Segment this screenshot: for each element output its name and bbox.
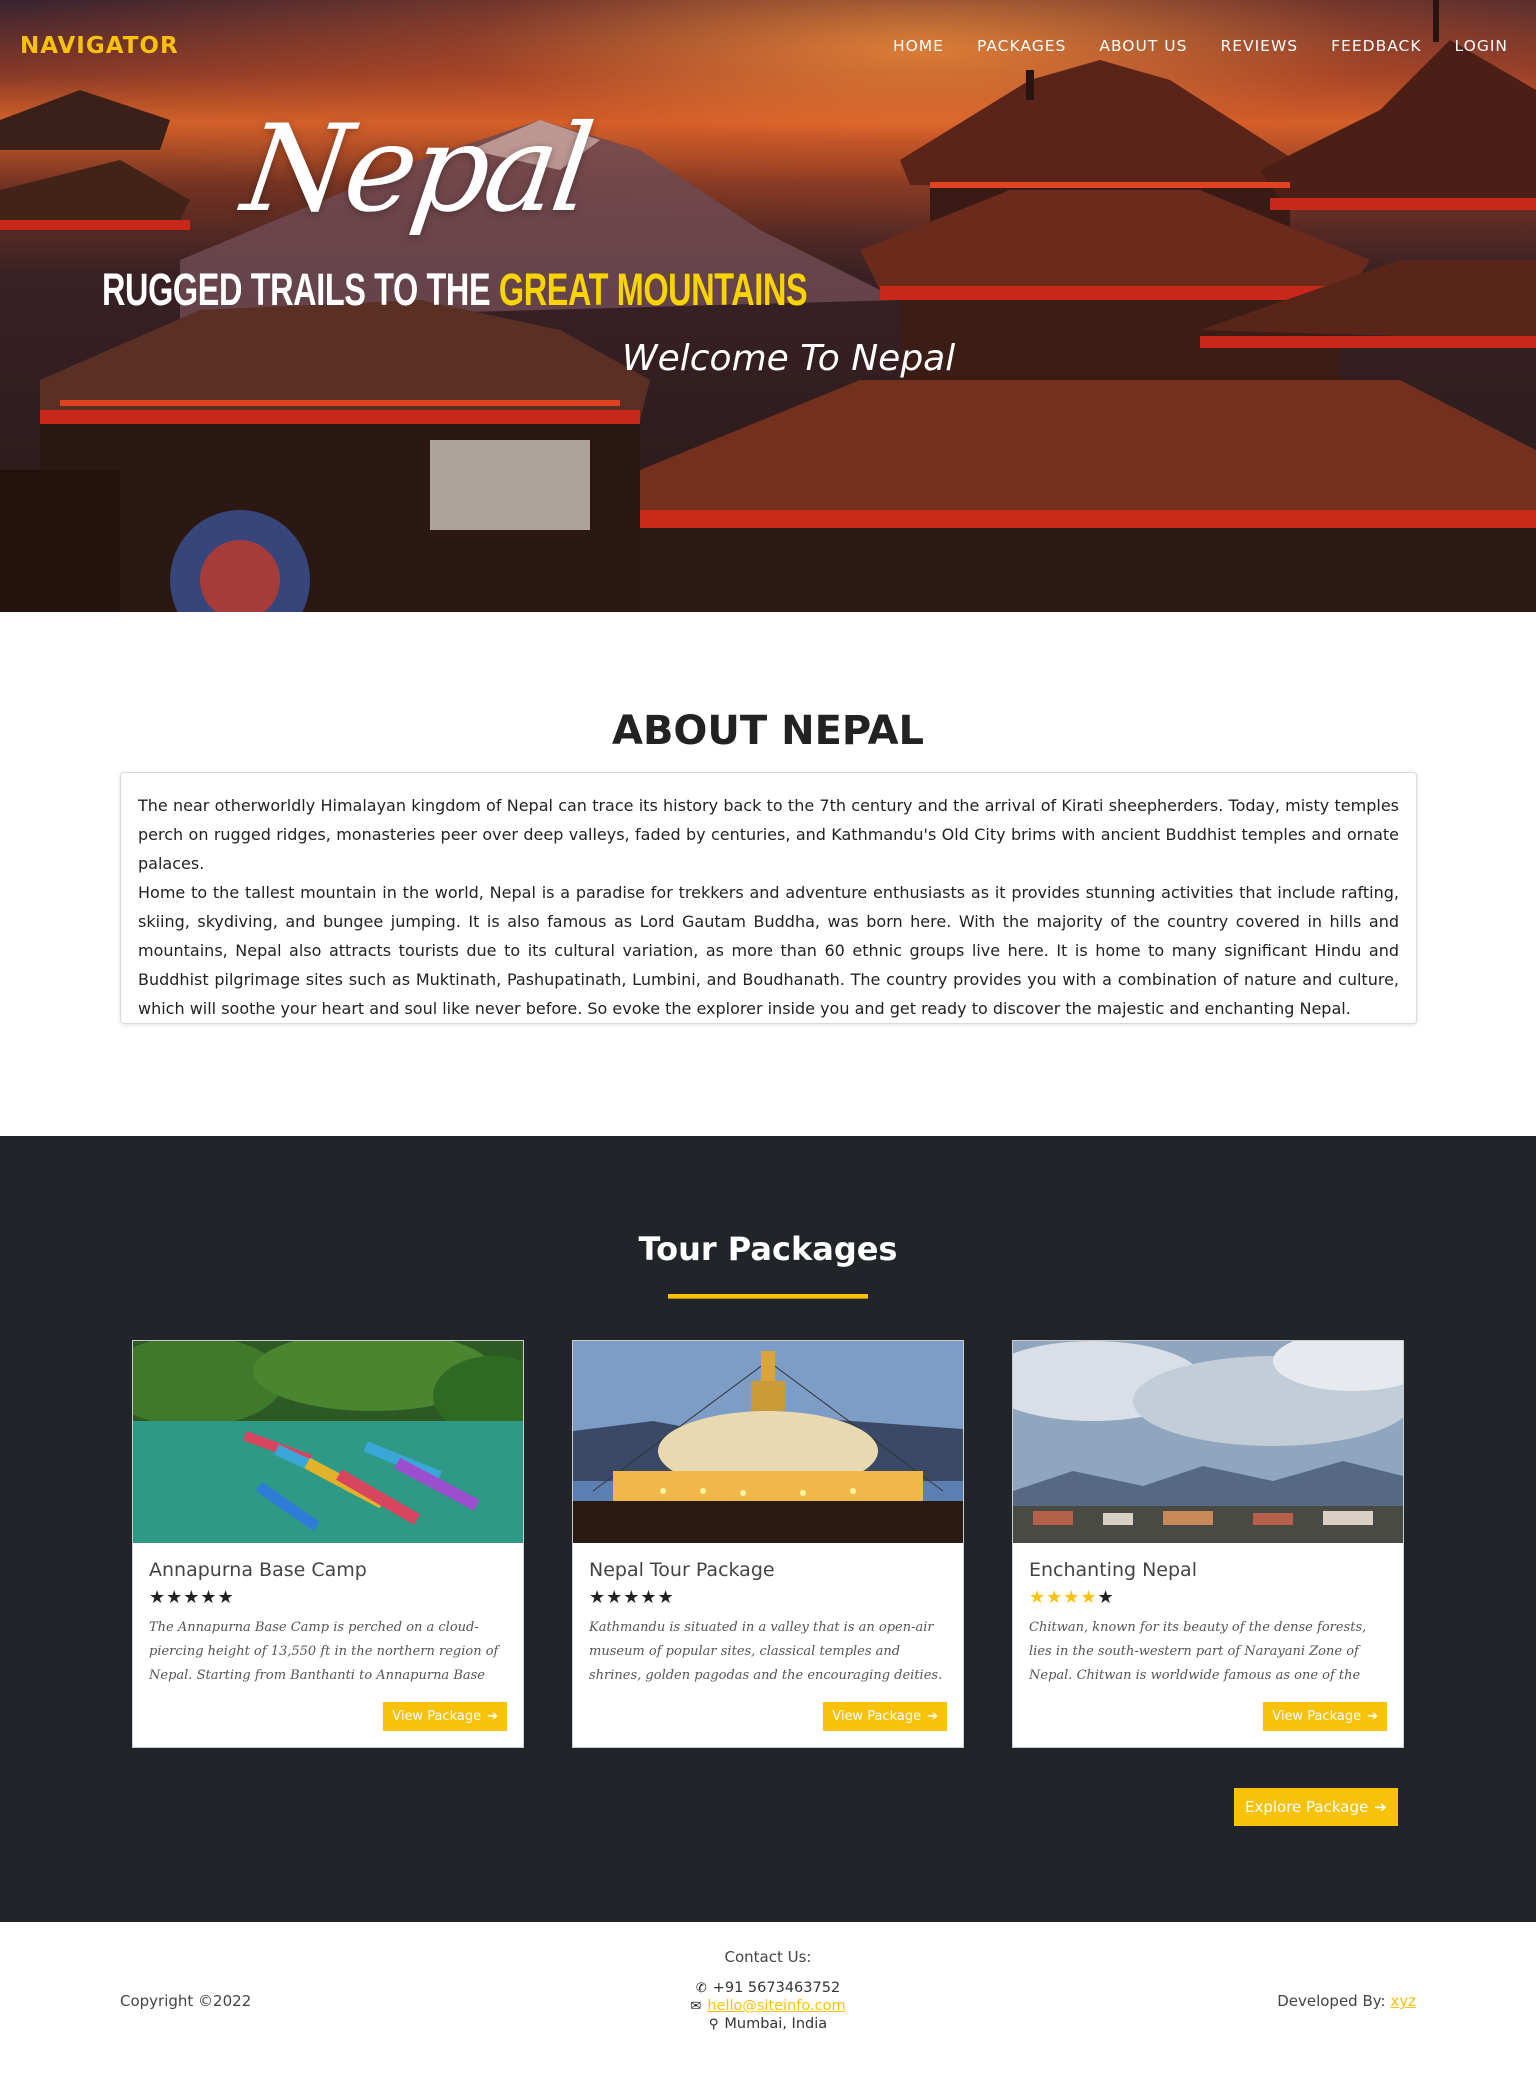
tour-packages-section: Tour Packages Annapurna Base Camp ★★★★★ … bbox=[0, 1136, 1536, 1922]
view-package-label: View Package bbox=[832, 1709, 922, 1724]
package-card-body: Enchanting Nepal ★★★★★ Chitwan, known fo… bbox=[1013, 1543, 1403, 1702]
package-card-nepal-tour[interactable]: Nepal Tour Package ★★★★★ Kathmandu is si… bbox=[572, 1340, 964, 1748]
package-name: Enchanting Nepal bbox=[1029, 1559, 1197, 1581]
hero-script-title: Nepal bbox=[235, 100, 598, 239]
top-navbar: NAVIGATOR HOME PACKAGES ABOUT US REVIEWS… bbox=[0, 0, 1536, 92]
hero-headline-white: RUGGED TRAILS TO THE bbox=[102, 264, 499, 315]
package-description: Chitwan, known for its beauty of the den… bbox=[1029, 1620, 1367, 1683]
contact-location-row: ⚲ Mumbai, India bbox=[0, 2016, 1536, 2032]
phone-icon: ✆ bbox=[695, 1981, 707, 1996]
rating-stars: ★★★★★ bbox=[589, 1587, 675, 1608]
contact-email-link[interactable]: hello@siteinfo.com bbox=[707, 1998, 845, 2014]
rating-stars-filled: ★★★★ bbox=[1029, 1587, 1098, 1608]
explore-package-button[interactable]: Explore Package ➔ bbox=[1234, 1788, 1398, 1826]
hero-welcome-text: Welcome To Nepal bbox=[622, 338, 956, 379]
rating-stars-empty: ★ bbox=[1097, 1587, 1115, 1608]
package-card-enchanting-nepal[interactable]: Enchanting Nepal ★★★★★ Chitwan, known fo… bbox=[1012, 1340, 1404, 1748]
about-title: ABOUT NEPAL bbox=[611, 708, 925, 754]
packages-title-underline bbox=[668, 1294, 868, 1299]
about-card: The near otherworldly Himalayan kingdom … bbox=[120, 772, 1417, 1024]
view-package-button[interactable]: View Package ➔ bbox=[823, 1702, 947, 1731]
package-card-body: Annapurna Base Camp ★★★★★ The Annapurna … bbox=[133, 1543, 523, 1702]
about-paragraph-2: Home to the tallest mountain in the worl… bbox=[138, 883, 1399, 1018]
map-marker-icon: ⚲ bbox=[708, 2017, 719, 2032]
contact-block: Contact Us: ✆ +91 5673463752 ✉ hello@sitei… bbox=[0, 1948, 1536, 2032]
arrow-right-icon: ➔ bbox=[927, 1709, 938, 1724]
nav-link-feedback[interactable]: FEEDBACK bbox=[1331, 37, 1421, 55]
explore-package-label: Explore Package bbox=[1245, 1798, 1369, 1816]
about-paragraph-1: The near otherworldly Himalayan kingdom … bbox=[138, 796, 1399, 873]
contact-phone: +91 5673463752 bbox=[712, 1980, 841, 1996]
envelope-icon: ✉ bbox=[690, 1999, 702, 2014]
cloudy-hills-image bbox=[1013, 1341, 1403, 1543]
rating-stars: ★★★★★ bbox=[1029, 1587, 1387, 1608]
packages-title: Tour Packages bbox=[638, 1230, 898, 1268]
brand-logo[interactable]: NAVIGATOR bbox=[20, 33, 179, 59]
nav-link-reviews[interactable]: REVIEWS bbox=[1220, 37, 1298, 55]
package-name: Annapurna Base Camp bbox=[149, 1559, 367, 1581]
nav-link-packages[interactable]: PACKAGES bbox=[977, 37, 1066, 55]
view-package-button[interactable]: View Package ➔ bbox=[383, 1702, 507, 1731]
hero-headline: RUGGED TRAILS TO THE GREAT MOUNTAINS bbox=[102, 264, 808, 316]
lake-boats-image bbox=[133, 1341, 523, 1543]
developed-by: Developed By: xyz bbox=[1277, 1992, 1416, 2010]
about-section: ABOUT NEPAL The near otherworldly Himala… bbox=[0, 612, 1536, 1136]
rating-stars: ★★★★★ bbox=[149, 1587, 235, 1608]
developed-by-label: Developed By: bbox=[1277, 1992, 1391, 2010]
site-footer: Copyright ©2022 Contact Us: ✆ +91 5673463… bbox=[0, 1922, 1536, 2082]
arrow-right-icon: ➔ bbox=[1367, 1709, 1378, 1724]
view-package-label: View Package bbox=[1272, 1709, 1362, 1724]
contact-location: Mumbai, India bbox=[724, 2016, 828, 2032]
stupa-night-image bbox=[573, 1341, 963, 1543]
nav-links: HOME PACKAGES ABOUT US REVIEWS FEEDBACK … bbox=[893, 37, 1508, 55]
nav-link-login[interactable]: LOGIN bbox=[1455, 37, 1508, 55]
nav-link-about-us[interactable]: ABOUT US bbox=[1099, 37, 1187, 55]
nav-link-home[interactable]: HOME bbox=[893, 37, 944, 55]
arrow-right-icon: ➔ bbox=[1374, 1798, 1387, 1816]
developer-link[interactable]: xyz bbox=[1390, 1992, 1416, 2010]
package-card-annapurna[interactable]: Annapurna Base Camp ★★★★★ The Annapurna … bbox=[132, 1340, 524, 1748]
view-package-button[interactable]: View Package ➔ bbox=[1263, 1702, 1387, 1731]
package-name: Nepal Tour Package bbox=[589, 1559, 775, 1581]
contact-title: Contact Us: bbox=[724, 1948, 812, 1966]
package-description: Kathmandu is situated in a valley that i… bbox=[589, 1620, 943, 1683]
view-package-label: View Package bbox=[392, 1709, 482, 1724]
package-card-body: Nepal Tour Package ★★★★★ Kathmandu is si… bbox=[573, 1543, 963, 1702]
package-description: The Annapurna Base Camp is perched on a … bbox=[149, 1620, 499, 1683]
hero-banner: NAVIGATOR HOME PACKAGES ABOUT US REVIEWS… bbox=[0, 0, 1536, 612]
arrow-right-icon: ➔ bbox=[487, 1709, 498, 1724]
hero-headline-accent: GREAT MOUNTAINS bbox=[498, 264, 808, 315]
